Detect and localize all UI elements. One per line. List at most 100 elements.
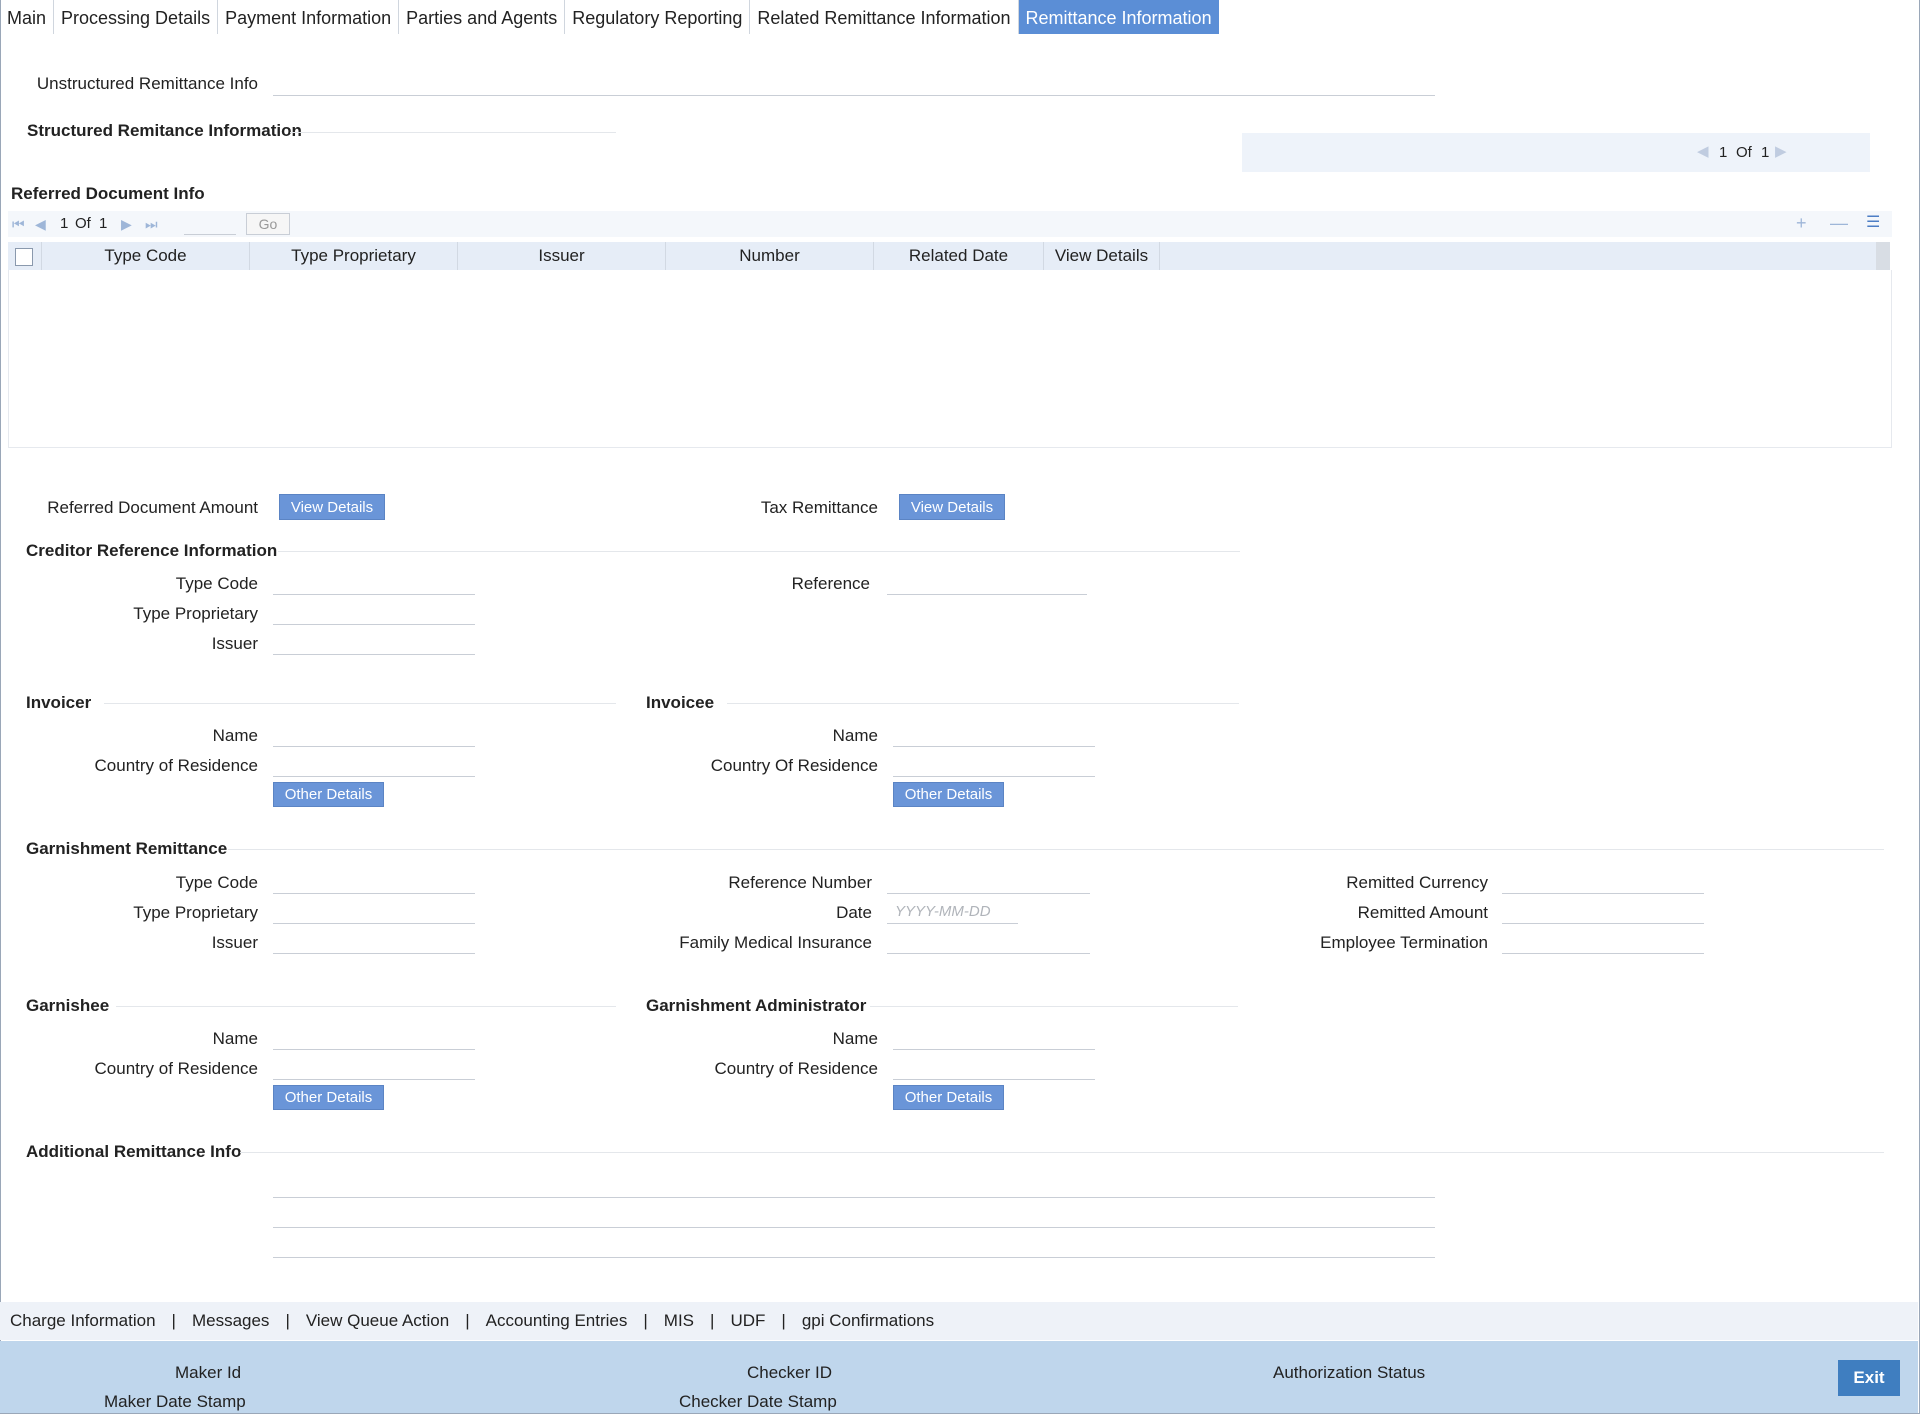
select-all-checkbox[interactable] (15, 248, 33, 266)
next-page-icon[interactable]: ▶ (121, 217, 132, 231)
section-divider (870, 1006, 1238, 1007)
creditor-type-proprietary-label: Type Proprietary (133, 604, 258, 623)
garnishment-issuer-input[interactable] (273, 930, 475, 954)
invoicee-other-details-button[interactable]: Other Details (893, 782, 1004, 807)
single-view-icon[interactable]: ☰ (1866, 215, 1880, 231)
invoicee-name-input[interactable] (893, 723, 1095, 747)
creditor-type-code-label: Type Code (175, 574, 258, 593)
creditor-type-proprietary-input[interactable] (273, 601, 475, 625)
accounting-entries-link[interactable]: Accounting Entries (486, 1311, 628, 1331)
garnishee-country-input[interactable] (273, 1056, 475, 1080)
pager-current: 1 (1719, 144, 1728, 161)
column-view-details[interactable]: View Details (1044, 242, 1160, 270)
column-issuer[interactable]: Issuer (458, 242, 666, 270)
invoicer-country-input[interactable] (273, 753, 475, 777)
tab-main[interactable]: Main (0, 0, 55, 34)
tab-payment-information[interactable]: Payment Information (218, 0, 400, 34)
unstructured-remittance-label: Unstructured Remittance Info (36, 74, 258, 93)
remitted-amount-input[interactable] (1502, 900, 1704, 924)
creditor-issuer-input[interactable] (273, 631, 475, 655)
gpi-confirmations-link[interactable]: gpi Confirmations (802, 1311, 934, 1331)
date-input[interactable]: YYYY-MM-DD (887, 900, 1018, 924)
garnishee-name-input[interactable] (273, 1026, 475, 1050)
garnishment-admin-name-input[interactable] (893, 1026, 1095, 1050)
separator: | (781, 1311, 786, 1330)
grid-toolbar: ⏮ ◀ 1 Of 1 ▶ ⏭ Go + — ☰ (8, 211, 1892, 237)
referred-document-title: Referred Document Info (11, 184, 205, 203)
invoicer-country-label: Country of Residence (94, 756, 258, 775)
separator: | (171, 1311, 176, 1330)
referred-document-grid-header: Type Code Type Proprietary Issuer Number… (8, 242, 1876, 270)
garnishee-other-details-button[interactable]: Other Details (273, 1085, 384, 1110)
prev-page-icon[interactable]: ◀ (35, 217, 46, 231)
garnishment-admin-name-label: Name (832, 1029, 878, 1048)
creditor-issuer-label: Issuer (211, 634, 258, 653)
messages-link[interactable]: Messages (192, 1311, 269, 1331)
pager-of: Of (1736, 144, 1752, 161)
next-record-icon[interactable]: ▶ (1775, 144, 1787, 159)
reference-number-label: Reference Number (728, 873, 872, 892)
garnishment-admin-other-details-button[interactable]: Other Details (893, 1085, 1004, 1110)
delete-row-icon[interactable]: — (1830, 214, 1848, 232)
garnishee-country-label: Country of Residence (94, 1059, 258, 1078)
garnishment-type-code-input[interactable] (273, 870, 475, 894)
charge-information-link[interactable]: Charge Information (10, 1311, 156, 1331)
invoicee-country-input[interactable] (893, 753, 1095, 777)
reference-number-input[interactable] (887, 870, 1090, 894)
go-button[interactable]: Go (246, 213, 290, 235)
unstructured-remittance-input[interactable] (273, 72, 1435, 96)
referred-amount-view-details-button[interactable]: View Details (279, 494, 385, 520)
garnishment-admin-country-input[interactable] (893, 1056, 1095, 1080)
separator: | (643, 1311, 648, 1330)
mis-link[interactable]: MIS (664, 1311, 694, 1331)
garnishment-issuer-label: Issuer (211, 933, 258, 952)
view-queue-action-link[interactable]: View Queue Action (306, 1311, 449, 1331)
tax-remittance-view-details-button[interactable]: View Details (899, 494, 1005, 520)
garnishment-type-proprietary-label: Type Proprietary (133, 903, 258, 922)
grid-scrollbar[interactable] (1876, 242, 1890, 270)
add-row-icon[interactable]: + (1796, 214, 1807, 232)
employee-termination-input[interactable] (1502, 930, 1704, 954)
tab-bar: Main Processing Details Payment Informat… (0, 0, 1219, 34)
first-page-icon[interactable]: ⏮ (12, 217, 25, 231)
pager-total: 1 (1761, 144, 1770, 161)
checker-id-label: Checker ID (747, 1363, 833, 1382)
garnishment-admin-country-label: Country of Residence (714, 1059, 878, 1078)
creditor-reference-input[interactable] (887, 571, 1087, 595)
tab-parties-and-agents[interactable]: Parties and Agents (399, 0, 566, 34)
column-type-code[interactable]: Type Code (42, 242, 250, 270)
page-number-input[interactable] (184, 213, 236, 235)
column-related-date[interactable]: Related Date (874, 242, 1044, 270)
additional-remittance-line-1[interactable] (273, 1173, 1435, 1198)
date-label: Date (836, 903, 872, 922)
creditor-type-code-input[interactable] (273, 571, 475, 595)
remitted-currency-input[interactable] (1502, 870, 1704, 894)
invoicer-name-input[interactable] (273, 723, 475, 747)
referred-document-amount-label: Referred Document Amount (47, 498, 258, 517)
tab-related-remittance-information[interactable]: Related Remittance Information (750, 0, 1019, 34)
additional-remittance-line-2[interactable] (273, 1203, 1435, 1228)
tab-processing-details[interactable]: Processing Details (54, 0, 219, 34)
invoicer-other-details-button[interactable]: Other Details (273, 782, 384, 807)
grid-pager-total: 1 (99, 215, 108, 232)
garnishment-type-proprietary-input[interactable] (273, 900, 475, 924)
family-medical-insurance-input[interactable] (887, 930, 1090, 954)
section-divider (727, 703, 1239, 704)
udf-link[interactable]: UDF (730, 1311, 765, 1331)
referred-document-grid-body (8, 270, 1892, 448)
column-number[interactable]: Number (666, 242, 874, 270)
prev-record-icon[interactable]: ◀ (1697, 144, 1709, 159)
last-page-icon[interactable]: ⏭ (145, 217, 158, 231)
additional-remittance-title: Additional Remittance Info (26, 1142, 242, 1161)
family-medical-insurance-label: Family Medical Insurance (679, 933, 872, 952)
tax-remittance-label: Tax Remittance (760, 498, 878, 517)
column-type-proprietary[interactable]: Type Proprietary (250, 242, 458, 270)
exit-button[interactable]: Exit (1838, 1360, 1900, 1396)
tab-regulatory-reporting[interactable]: Regulatory Reporting (565, 0, 751, 34)
tab-remittance-information[interactable]: Remittance Information (1018, 0, 1219, 34)
section-divider (278, 551, 1240, 552)
select-all-column (8, 242, 42, 270)
section-divider (240, 1152, 1884, 1153)
additional-remittance-line-3[interactable] (273, 1233, 1435, 1258)
authorization-status-label: Authorization Status (1273, 1363, 1426, 1382)
